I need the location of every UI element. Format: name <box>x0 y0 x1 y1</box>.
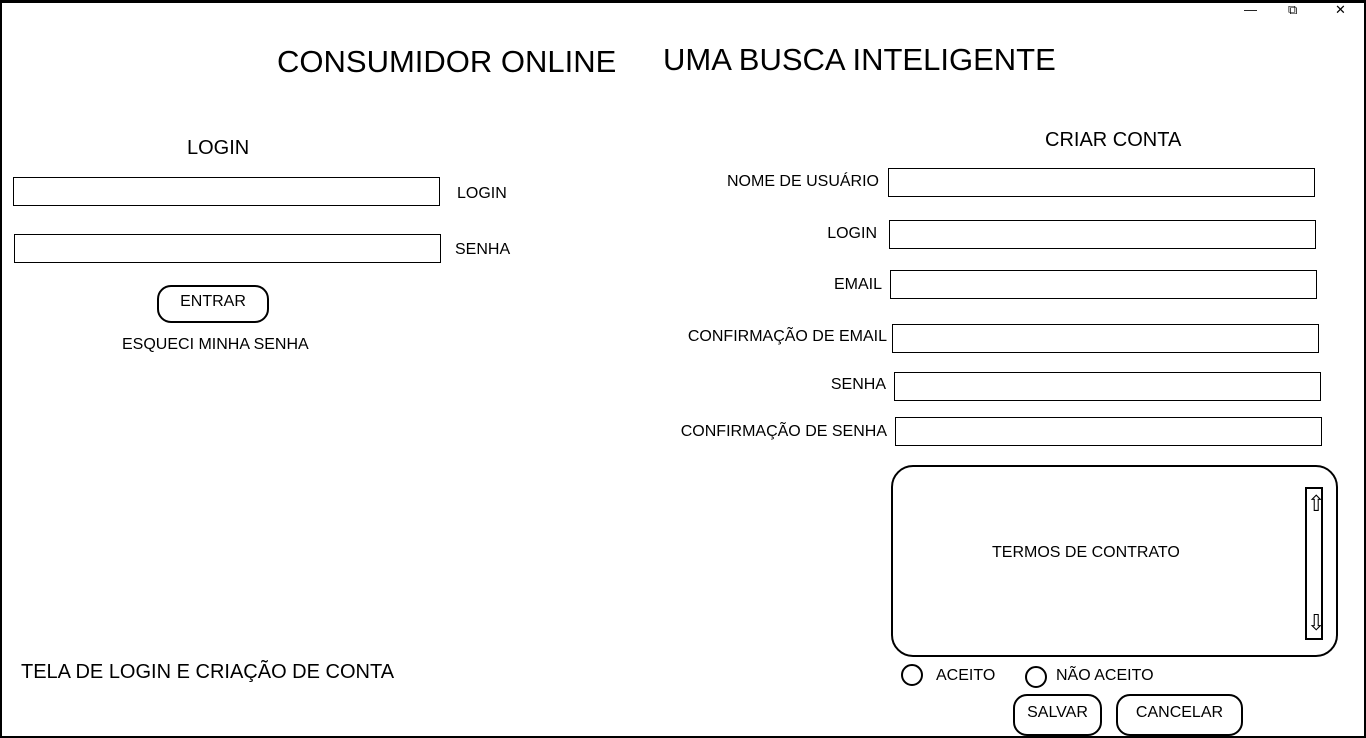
up-arrow-icon[interactable]: ⇧ <box>1307 489 1325 519</box>
username-input[interactable] <box>888 168 1315 197</box>
password-confirm-input[interactable] <box>895 417 1322 446</box>
new-password-label: SENHA <box>830 376 886 393</box>
terms-text: TERMOS DE CONTRATO <box>992 544 1180 561</box>
accept-label: ACEITO <box>936 667 996 684</box>
terms-scrollbar[interactable]: ⇧ ⇩ <box>1305 487 1325 640</box>
accept-radio[interactable] <box>901 664 923 686</box>
enter-button[interactable]: ENTRAR <box>157 285 269 323</box>
password-confirm-label: CONFIRMAÇÃO DE SENHA <box>680 423 887 440</box>
new-login-label: LOGIN <box>827 225 877 242</box>
new-login-input[interactable] <box>889 220 1316 249</box>
new-password-input[interactable] <box>894 372 1321 401</box>
create-account-heading: CRIAR CONTA <box>1045 129 1182 151</box>
login-input-label: LOGIN <box>457 185 507 202</box>
save-button[interactable]: SALVAR <box>1013 694 1102 736</box>
minimize-icon[interactable]: — <box>1244 3 1257 17</box>
cancel-button[interactable]: CANCELAR <box>1116 694 1243 736</box>
down-arrow-icon[interactable]: ⇩ <box>1307 608 1325 638</box>
email-label: EMAIL <box>833 276 882 293</box>
login-heading: LOGIN <box>187 137 250 159</box>
app-tagline: UMA BUSCA INTELIGENTE <box>663 42 1056 77</box>
email-input[interactable] <box>890 270 1317 299</box>
close-icon[interactable]: ✕ <box>1335 3 1346 17</box>
email-confirm-label: CONFIRMAÇÃO DE EMAIL <box>687 328 887 345</box>
password-input[interactable] <box>14 234 441 263</box>
decline-radio[interactable] <box>1025 666 1047 688</box>
restore-icon[interactable]: ⧉ <box>1288 3 1297 17</box>
decline-label: NÃO ACEITO <box>1056 667 1154 684</box>
forgot-password-link[interactable]: ESQUECI MINHA SENHA <box>122 336 309 354</box>
login-input[interactable] <box>13 177 440 206</box>
email-confirm-input[interactable] <box>892 324 1319 353</box>
screen-caption: TELA DE LOGIN E CRIAÇÃO DE CONTA <box>21 661 395 683</box>
username-label: NOME DE USUÁRIO <box>726 173 879 190</box>
password-input-label: SENHA <box>455 241 511 258</box>
app-title: CONSUMIDOR ONLINE <box>277 44 617 79</box>
